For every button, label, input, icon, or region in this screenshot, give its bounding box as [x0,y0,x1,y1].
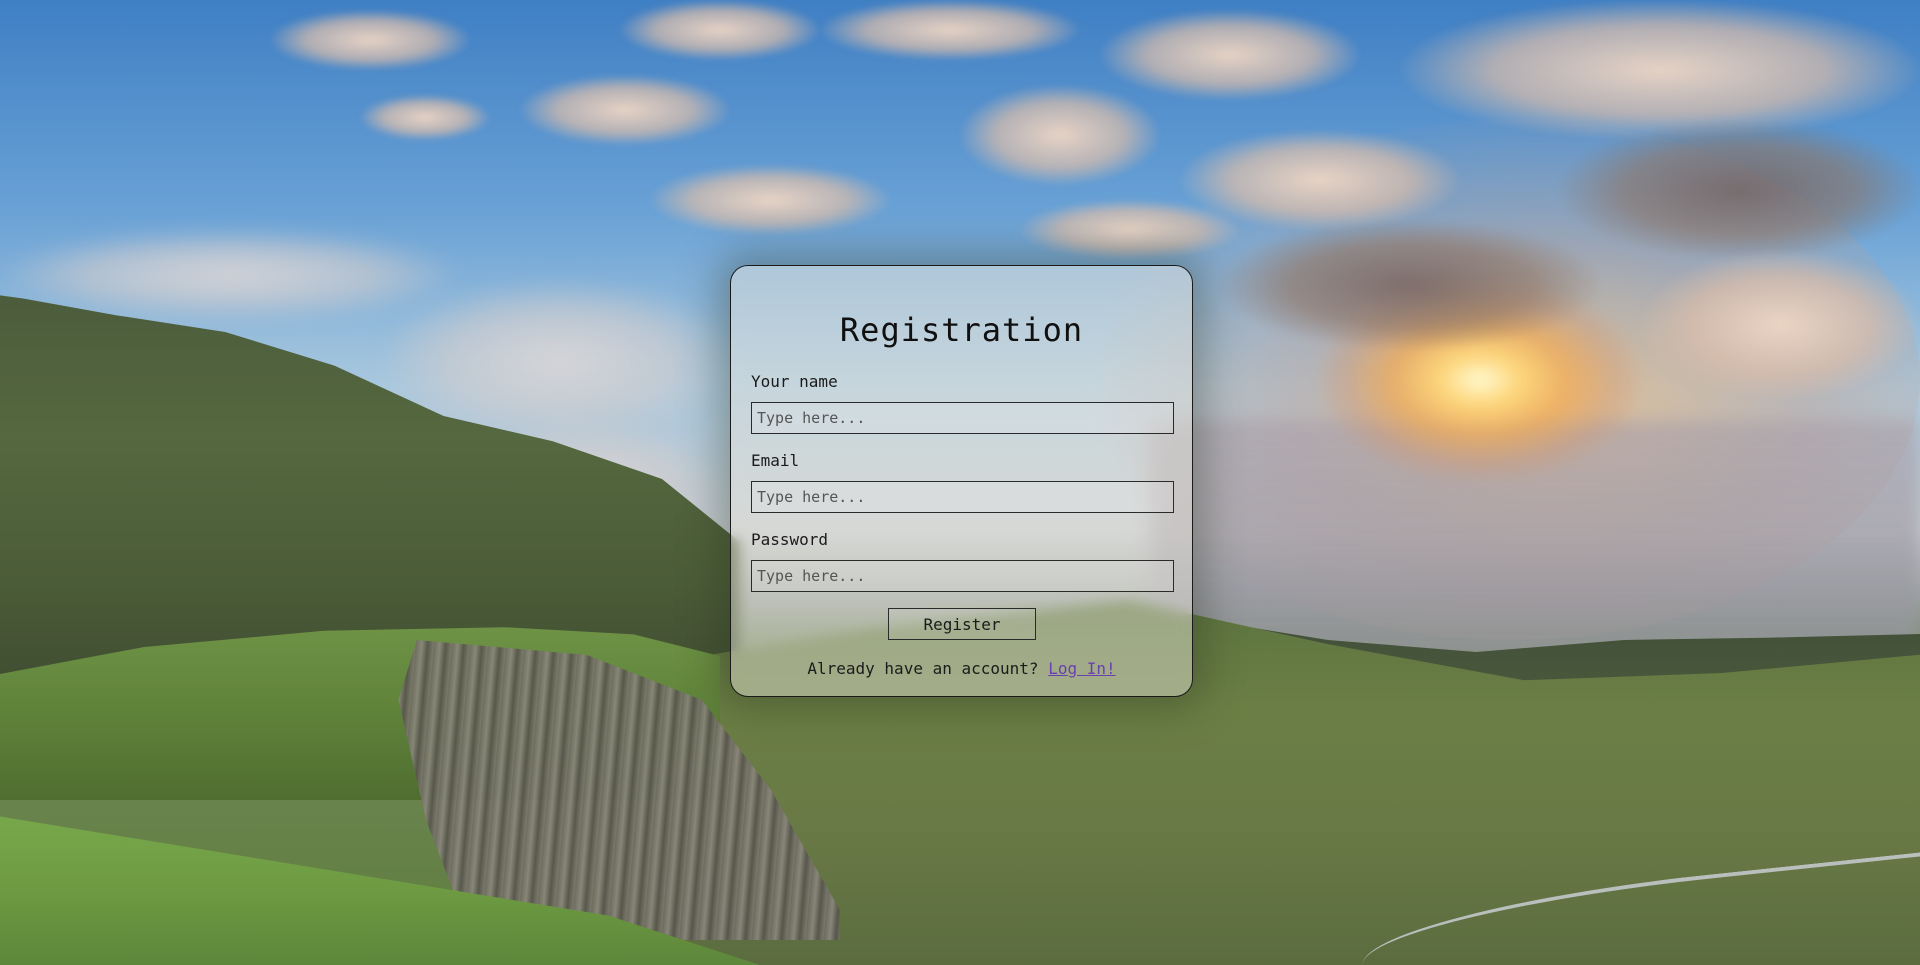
dark-cloud [1560,120,1920,260]
cloud [820,0,1080,60]
cloud [960,85,1160,185]
cloud [1400,0,1920,140]
dark-cloud [1220,220,1600,350]
cloud [650,165,890,235]
register-button[interactable]: Register [888,608,1036,640]
cloud [360,95,490,140]
cloud [1100,10,1360,100]
login-prompt: Already have an account? Log In! [731,659,1192,678]
name-label: Your name [751,372,838,391]
email-input[interactable] [751,481,1174,513]
mist [0,230,460,320]
password-label: Password [751,530,829,549]
password-input[interactable] [751,560,1174,592]
cloud [1020,200,1240,260]
cloud [520,75,730,145]
email-label: Email [751,451,800,470]
login-prompt-text: Already have an account? [807,659,1039,678]
login-link[interactable]: Log In! [1048,659,1115,678]
name-input[interactable] [751,402,1174,434]
cloud [1640,250,1920,400]
form-title: Registration [839,311,1084,349]
registration-card: Registration Your name Email Password Re… [730,265,1193,697]
cloud [270,10,470,70]
cloud [620,0,820,60]
